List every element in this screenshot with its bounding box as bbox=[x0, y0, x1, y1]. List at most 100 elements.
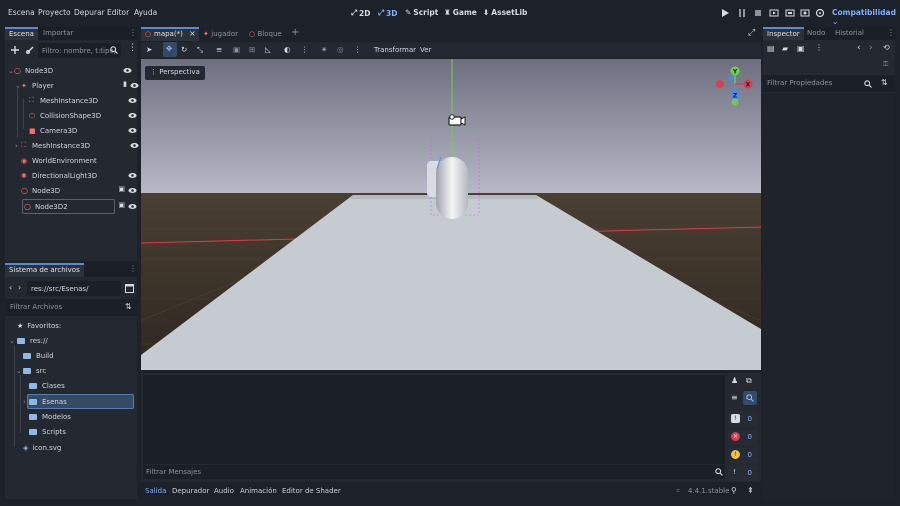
gizmo-neg-y-handle[interactable] bbox=[731, 98, 739, 106]
folder-row-modelos[interactable]: Modelos bbox=[29, 409, 71, 424]
folder-row-scripts[interactable]: Scripts bbox=[29, 424, 66, 439]
history-forward-icon[interactable]: › bbox=[869, 43, 873, 53]
move-tool-button[interactable]: ✥ bbox=[163, 42, 177, 57]
menu-escena[interactable]: Escena bbox=[8, 8, 35, 17]
scene-tab-jugador[interactable]: ✦ jugador bbox=[203, 29, 238, 41]
pin-icon[interactable]: ⚲ bbox=[731, 486, 737, 495]
movie-maker-icon[interactable] bbox=[800, 8, 810, 18]
gizmo-neg-z-handle[interactable] bbox=[728, 75, 734, 81]
group-icon[interactable]: ⊞ bbox=[249, 45, 255, 54]
rotate-tool-icon[interactable]: ↻ bbox=[181, 45, 187, 54]
tree-row-worldenvironment[interactable]: ◉ WorldEnvironment bbox=[21, 153, 141, 168]
scene-options-icon[interactable]: ⋮ bbox=[128, 43, 137, 53]
output-filter-input[interactable]: Filtrar Mensajes bbox=[146, 468, 201, 476]
viewport-3d[interactable]: ⋮ Perspectiva Y X Z bbox=[141, 59, 761, 370]
tree-row-camera[interactable]: ■ Camera3D bbox=[29, 123, 141, 138]
filesystem-filter-input[interactable]: Filtrar Archivos bbox=[10, 303, 62, 311]
close-icon[interactable]: × bbox=[189, 29, 196, 38]
gizmo-neg-x-handle[interactable] bbox=[716, 80, 724, 88]
output-log[interactable] bbox=[143, 375, 725, 464]
visibility-eye-icon[interactable] bbox=[128, 186, 137, 195]
visibility-eye-icon[interactable] bbox=[123, 66, 132, 75]
tab-audio[interactable]: Audio bbox=[214, 487, 234, 495]
play-icon[interactable] bbox=[720, 8, 730, 18]
tree-row-meshinstance[interactable]: ⛶ MeshInstance3D bbox=[29, 93, 141, 108]
folder-row-esenas[interactable]: › Esenas bbox=[23, 394, 67, 409]
menu-editor[interactable]: Editor bbox=[107, 8, 129, 17]
visibility-eye-icon[interactable] bbox=[128, 96, 137, 105]
tab-nodo[interactable]: Nodo bbox=[807, 29, 825, 37]
scene-tab-mapa[interactable]: ○ mapa(*) × bbox=[141, 27, 199, 41]
remote-debug-icon[interactable] bbox=[815, 8, 825, 18]
expand-panel-icon[interactable]: ⇞ bbox=[747, 486, 754, 495]
copy-log-icon[interactable]: ⧉ bbox=[746, 376, 752, 386]
distraction-free-icon[interactable]: ⤢ bbox=[748, 28, 755, 38]
select-tool-icon[interactable]: ➤ bbox=[146, 45, 152, 54]
play-custom-scene-icon[interactable] bbox=[785, 8, 795, 18]
chevron-down-icon[interactable]: ⌄ bbox=[16, 367, 23, 375]
sun-preview-icon[interactable]: ✷ bbox=[321, 45, 327, 54]
tab-filesystem[interactable]: Sistema de archivos bbox=[5, 263, 84, 277]
filter-editor-toggle[interactable]: ! 0 bbox=[728, 466, 758, 481]
tree-row-player[interactable]: ⌄ ✦ Player ▮ bbox=[15, 78, 143, 93]
tree-row-node3d-child[interactable]: ○ Node3D ▣ bbox=[21, 183, 141, 198]
viewport-options-icon[interactable]: ⋮ bbox=[354, 45, 362, 54]
collapse-icon[interactable]: ≡ bbox=[731, 393, 738, 402]
path-field[interactable]: res://src/Esenas/ bbox=[27, 281, 121, 296]
mode-script-button[interactable]: ✎ Script bbox=[405, 8, 438, 17]
filter-warnings-toggle[interactable]: ! 0 bbox=[728, 448, 758, 463]
clear-log-icon[interactable]: ♟ bbox=[731, 376, 738, 385]
menu-ayuda[interactable]: Ayuda bbox=[134, 8, 157, 17]
inspector-filter-input[interactable]: Filtrar Propiedades bbox=[767, 79, 832, 87]
visibility-eye-icon[interactable] bbox=[130, 81, 139, 90]
renderer-selector[interactable]: Compatibilidad ⌄ bbox=[832, 8, 900, 26]
mode-assetlib-button[interactable]: ⬇ AssetLib bbox=[483, 8, 527, 17]
tab-escena[interactable]: Escena bbox=[5, 27, 38, 40]
tree-row-meshinstance-2[interactable]: › ⛶ MeshInstance3D bbox=[15, 138, 143, 153]
menu-ver[interactable]: Ver bbox=[420, 46, 431, 54]
tool-icon[interactable]: ⚿ bbox=[883, 60, 888, 69]
instance-icon[interactable]: ▣ bbox=[118, 201, 125, 209]
forward-arrow-icon[interactable]: › bbox=[18, 283, 21, 292]
tab-depurador[interactable]: Depurador bbox=[172, 487, 209, 495]
script-attached-icon[interactable]: ▮ bbox=[123, 80, 127, 88]
visibility-eye-icon[interactable] bbox=[128, 111, 137, 120]
add-node-icon[interactable] bbox=[11, 46, 19, 54]
orientation-gizmo[interactable]: Y X Z bbox=[713, 65, 757, 107]
tree-row-node3d2[interactable]: ○ Node3D2 ▣ bbox=[21, 199, 141, 214]
perspective-menu-button[interactable]: ⋮ Perspectiva bbox=[145, 66, 205, 80]
list-tool-icon[interactable]: ≡ bbox=[216, 45, 222, 54]
tab-inspector[interactable]: Inspector bbox=[763, 27, 804, 40]
menu-depurar[interactable]: Depurar bbox=[74, 8, 105, 17]
file-row-icon-svg[interactable]: ◈ icon.svg bbox=[23, 440, 61, 455]
object-history-icon[interactable]: ⟲ bbox=[883, 43, 890, 52]
tree-row-node3d[interactable]: ⌄ ○ Node3D bbox=[8, 63, 136, 78]
local-space-icon[interactable]: ◐ bbox=[284, 45, 291, 54]
resource-options-icon[interactable]: ⋮ bbox=[815, 43, 823, 52]
stop-icon[interactable] bbox=[753, 8, 763, 18]
layout-toggle-icon[interactable] bbox=[125, 284, 134, 293]
folder-row-build[interactable]: Build bbox=[23, 348, 54, 363]
open-resource-icon[interactable]: ▰ bbox=[782, 44, 788, 53]
menu-transformar[interactable]: Transformar bbox=[374, 46, 416, 54]
mode-game-button[interactable]: ♜ Game bbox=[444, 8, 477, 17]
folder-row-clases[interactable]: Clases bbox=[29, 378, 65, 393]
scene-tab-bloque[interactable]: ○ Bloque bbox=[249, 29, 282, 41]
dock-menu-icon[interactable]: ⋮ bbox=[129, 28, 137, 37]
visibility-eye-icon[interactable] bbox=[128, 126, 137, 135]
mode-3d-button[interactable]: ⤢ 3D bbox=[378, 8, 397, 18]
dock-menu-icon[interactable]: ⋮ bbox=[887, 28, 895, 37]
scale-tool-icon[interactable]: ⤡ bbox=[197, 45, 203, 55]
back-arrow-icon[interactable]: ‹ bbox=[9, 283, 12, 292]
ruler-icon[interactable]: ◺ bbox=[265, 45, 271, 54]
new-resource-icon[interactable]: ▤ bbox=[767, 44, 775, 53]
sort-icon[interactable]: ⇅ bbox=[881, 78, 888, 87]
search-toggle-button[interactable] bbox=[743, 391, 757, 405]
tab-salida[interactable]: Salida bbox=[145, 487, 166, 495]
sort-icon[interactable]: ⇅ bbox=[125, 302, 132, 311]
tree-row-collisionshape[interactable]: ⬡ CollisionShape3D bbox=[29, 108, 141, 123]
tab-animacion[interactable]: Animación bbox=[240, 487, 277, 495]
mode-2d-button[interactable]: ⤢ 2D bbox=[351, 8, 370, 18]
instance-icon[interactable]: ▣ bbox=[118, 185, 125, 193]
environment-preview-icon[interactable]: ◎ bbox=[337, 45, 344, 54]
